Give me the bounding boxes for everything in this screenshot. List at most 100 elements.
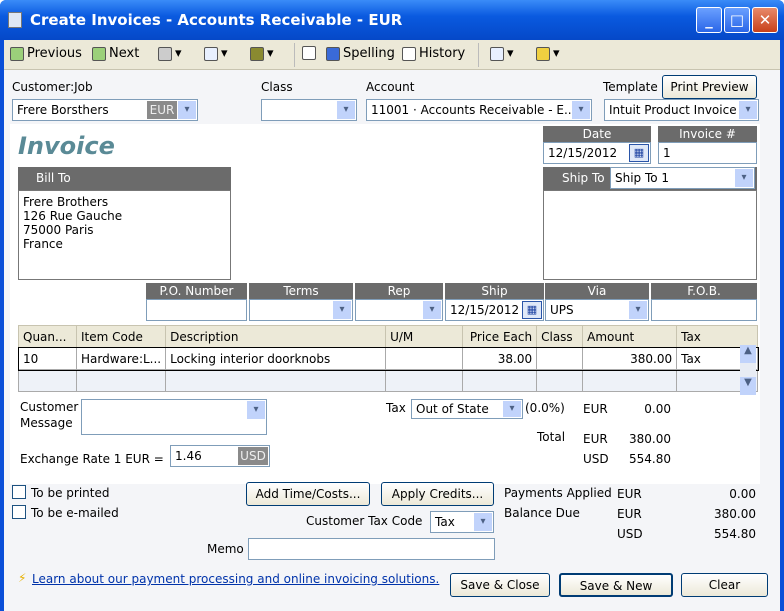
spelling-button[interactable]: Spelling	[326, 46, 395, 61]
chevron-down-icon[interactable]: ▾	[572, 101, 590, 119]
print-button[interactable]: ▾	[158, 46, 182, 61]
total-eur-currency: EUR	[583, 432, 608, 446]
cell-item-code[interactable]: Hardware:L...	[75, 347, 167, 370]
learn-more-link[interactable]: Learn about our payment processing and o…	[32, 572, 439, 586]
bill-to-header: Bill To	[18, 167, 231, 190]
via-field[interactable]: UPS ▾	[545, 299, 649, 321]
send-button[interactable]: ▾	[204, 46, 228, 61]
cell-description[interactable]: Locking interior doorknobs	[165, 347, 387, 370]
apply-credits-button[interactable]: Apply Credits...	[381, 482, 494, 506]
customer-tax-code-field[interactable]: Tax ▾	[430, 511, 494, 533]
chevron-down-icon[interactable]: ▾	[629, 301, 647, 319]
title-bar: Create Invoices - Accounts Receivable - …	[0, 0, 784, 40]
cell-quantity[interactable]: 10	[18, 347, 77, 370]
terms-field[interactable]: ▾	[249, 299, 353, 321]
column-header[interactable]: Class	[536, 325, 584, 348]
invoice-number-header: Invoice #	[658, 126, 757, 143]
scrollbar[interactable]: ▲ ▼	[740, 345, 756, 395]
invoice-title: Invoice	[18, 132, 115, 160]
cell-amount[interactable]: 380.00	[582, 347, 678, 370]
chevron-down-icon[interactable]: ▾	[333, 301, 351, 319]
ship-header: Ship	[445, 283, 544, 300]
client-area: Previous Next ▾ ▾ ▾ Spelling History ▾ ▾…	[4, 40, 780, 611]
add-time-costs-button[interactable]: Add Time/Costs...	[246, 482, 370, 506]
date-field[interactable]: 12/15/2012 ▦	[543, 142, 651, 164]
history-button[interactable]: History	[402, 46, 465, 61]
class-field[interactable]: ▾	[261, 99, 357, 121]
chevron-down-icon[interactable]: ▾	[739, 101, 757, 119]
letters-icon	[490, 46, 504, 61]
ship-date-field[interactable]: 12/15/2012 ▦	[445, 299, 544, 321]
chevron-down-icon[interactable]: ▾	[474, 513, 492, 531]
column-header[interactable]: Quan...	[18, 325, 77, 348]
rep-field[interactable]: ▾	[355, 299, 443, 321]
calendar-icon[interactable]: ▦	[522, 301, 542, 319]
close-button[interactable]: ✕	[752, 7, 778, 33]
previous-button[interactable]: Previous	[10, 46, 82, 61]
customer-job-field[interactable]: Frere Borsthers EUR ▾	[12, 99, 198, 121]
tax-item-field[interactable]: Out of State ▾	[411, 399, 523, 419]
customize-button[interactable]: ▾	[536, 46, 560, 61]
payments-applied-amount: 0.00	[729, 487, 756, 501]
bill-to-line: 75000 Paris	[23, 223, 94, 237]
ship-to-field[interactable]: Ship To 1 ▾	[610, 167, 755, 189]
to-be-printed-checkbox[interactable]	[12, 485, 26, 499]
template-field[interactable]: Intuit Product Invoice ▾	[604, 99, 759, 121]
calendar-icon[interactable]: ▦	[629, 144, 649, 162]
total-label: Total	[537, 430, 566, 444]
cell-um[interactable]	[385, 347, 464, 370]
find-button[interactable]	[302, 46, 316, 60]
scroll-down-icon[interactable]: ▼	[740, 377, 756, 395]
customize-icon	[536, 46, 550, 61]
bill-to-line: Frere Brothers	[23, 195, 109, 209]
total-eur: 380.00	[629, 432, 671, 446]
ship-button[interactable]: ▾	[250, 46, 274, 61]
via-header: Via	[545, 283, 649, 300]
scroll-up-icon[interactable]: ▲	[740, 345, 756, 363]
invoice-number-field[interactable]: 1	[658, 142, 757, 164]
chevron-down-icon[interactable]: ▾	[247, 401, 265, 419]
minimize-button[interactable]: _	[696, 7, 722, 33]
fob-field[interactable]	[651, 299, 757, 321]
to-be-emailed-checkbox[interactable]	[12, 505, 26, 519]
clear-button[interactable]: Clear	[681, 573, 768, 597]
ship-to-address[interactable]	[543, 190, 757, 280]
send-icon	[204, 46, 218, 61]
save-new-button[interactable]: Save & New	[559, 573, 673, 597]
bill-to-line: 126 Rue Gauche	[23, 209, 123, 223]
chevron-down-icon[interactable]: ▾	[503, 401, 521, 417]
customer-message-field[interactable]: ▾	[81, 399, 267, 435]
next-button[interactable]: Next	[92, 46, 139, 61]
chevron-down-icon[interactable]: ▾	[178, 101, 196, 119]
maximize-button[interactable]: □	[724, 7, 750, 33]
balance-due-eur: 380.00	[714, 507, 756, 521]
total-usd: 554.80	[629, 452, 671, 466]
tax-label: Tax	[386, 401, 406, 415]
chevron-down-icon[interactable]: ▾	[423, 301, 441, 319]
save-close-button[interactable]: Save & Close	[450, 573, 550, 597]
chevron-down-icon[interactable]: ▾	[337, 101, 355, 119]
letters-button[interactable]: ▾	[490, 46, 514, 61]
template-label: Template	[603, 80, 658, 94]
column-header[interactable]: Description	[165, 325, 387, 348]
memo-field[interactable]	[248, 538, 495, 560]
print-preview-button[interactable]: Print Preview	[662, 75, 757, 99]
column-header[interactable]: Price Each	[462, 325, 538, 348]
bill-to-address[interactable]: Frere Brothers 126 Rue Gauche 75000 Pari…	[18, 190, 231, 280]
table-row[interactable]: 10 Hardware:L... Locking interior doorkn…	[17, 346, 759, 371]
table-row[interactable]	[18, 369, 758, 392]
cell-price[interactable]: 38.00	[462, 347, 538, 370]
column-header[interactable]: Amount	[582, 325, 678, 348]
account-field[interactable]: 11001 · Accounts Receivable - E... ▾	[366, 99, 592, 121]
po-number-field[interactable]	[146, 299, 247, 321]
history-label: History	[419, 46, 466, 61]
column-header[interactable]: U/M	[385, 325, 464, 348]
spelling-icon	[326, 46, 340, 61]
exchange-currency: USD	[238, 447, 268, 465]
chevron-down-icon[interactable]: ▾	[735, 169, 753, 187]
exchange-rate-field[interactable]: 1.46 USD	[170, 445, 270, 467]
customer-message-label: Message	[20, 416, 73, 430]
cell-class[interactable]	[536, 347, 584, 370]
payments-applied-currency: EUR	[617, 487, 642, 501]
column-header[interactable]: Item Code	[75, 325, 167, 348]
